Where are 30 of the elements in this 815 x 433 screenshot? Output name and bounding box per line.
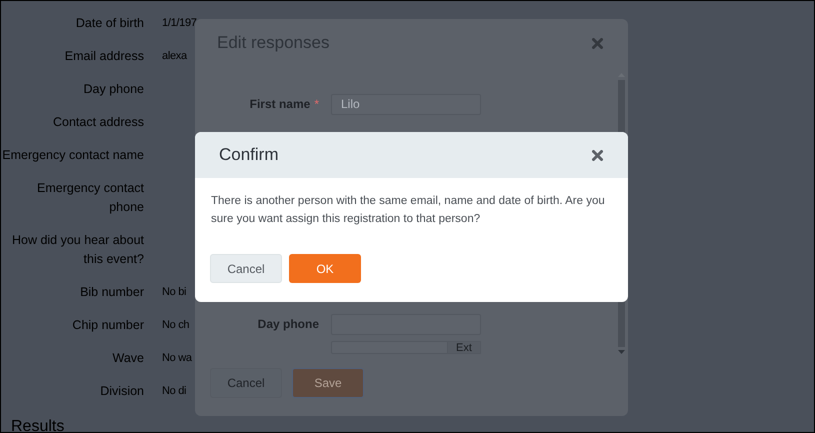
cancel-button[interactable]: Cancel [210,368,282,398]
field-value: 1/1/197 [162,16,197,31]
field-label: How did you hear about this event? [10,232,144,268]
field-value: No wa [162,351,192,366]
field-label: Day phone [82,81,144,98]
field-label: First name * [250,97,319,111]
field-label: Day phone [258,317,319,331]
field-value: No ch [162,318,190,333]
field-value: No bi [162,285,186,300]
field-label: Division [99,383,144,400]
ok-button[interactable]: OK [289,254,361,283]
cancel-button[interactable]: Cancel [210,254,282,283]
field-label: Emergency contact phone [36,180,144,216]
field-value: No di [162,384,186,399]
field-label: Email address [64,48,144,65]
field-label: Contact address [52,114,144,131]
section-heading: Results [11,418,64,432]
close-icon[interactable] [592,150,603,160]
field-label: Bib number [79,284,144,301]
confirm-message: There is another person with the same email, name and date of birth. Are you sure you want assign this registration to that person? [211,194,606,227]
save-button[interactable]: Save [292,368,364,398]
field-label: Chip number [71,317,144,334]
input-field[interactable]: Lilo [331,94,481,114]
dialog-title: Confirm [219,145,279,165]
field-value: alexa [162,49,187,64]
field-label: Date of birth [74,15,144,32]
field-label: Emergency contact name [1,147,144,164]
ext-addon: Ext [448,341,481,354]
scroll-down-icon[interactable] [618,350,625,354]
field-label: Wave [112,350,144,367]
